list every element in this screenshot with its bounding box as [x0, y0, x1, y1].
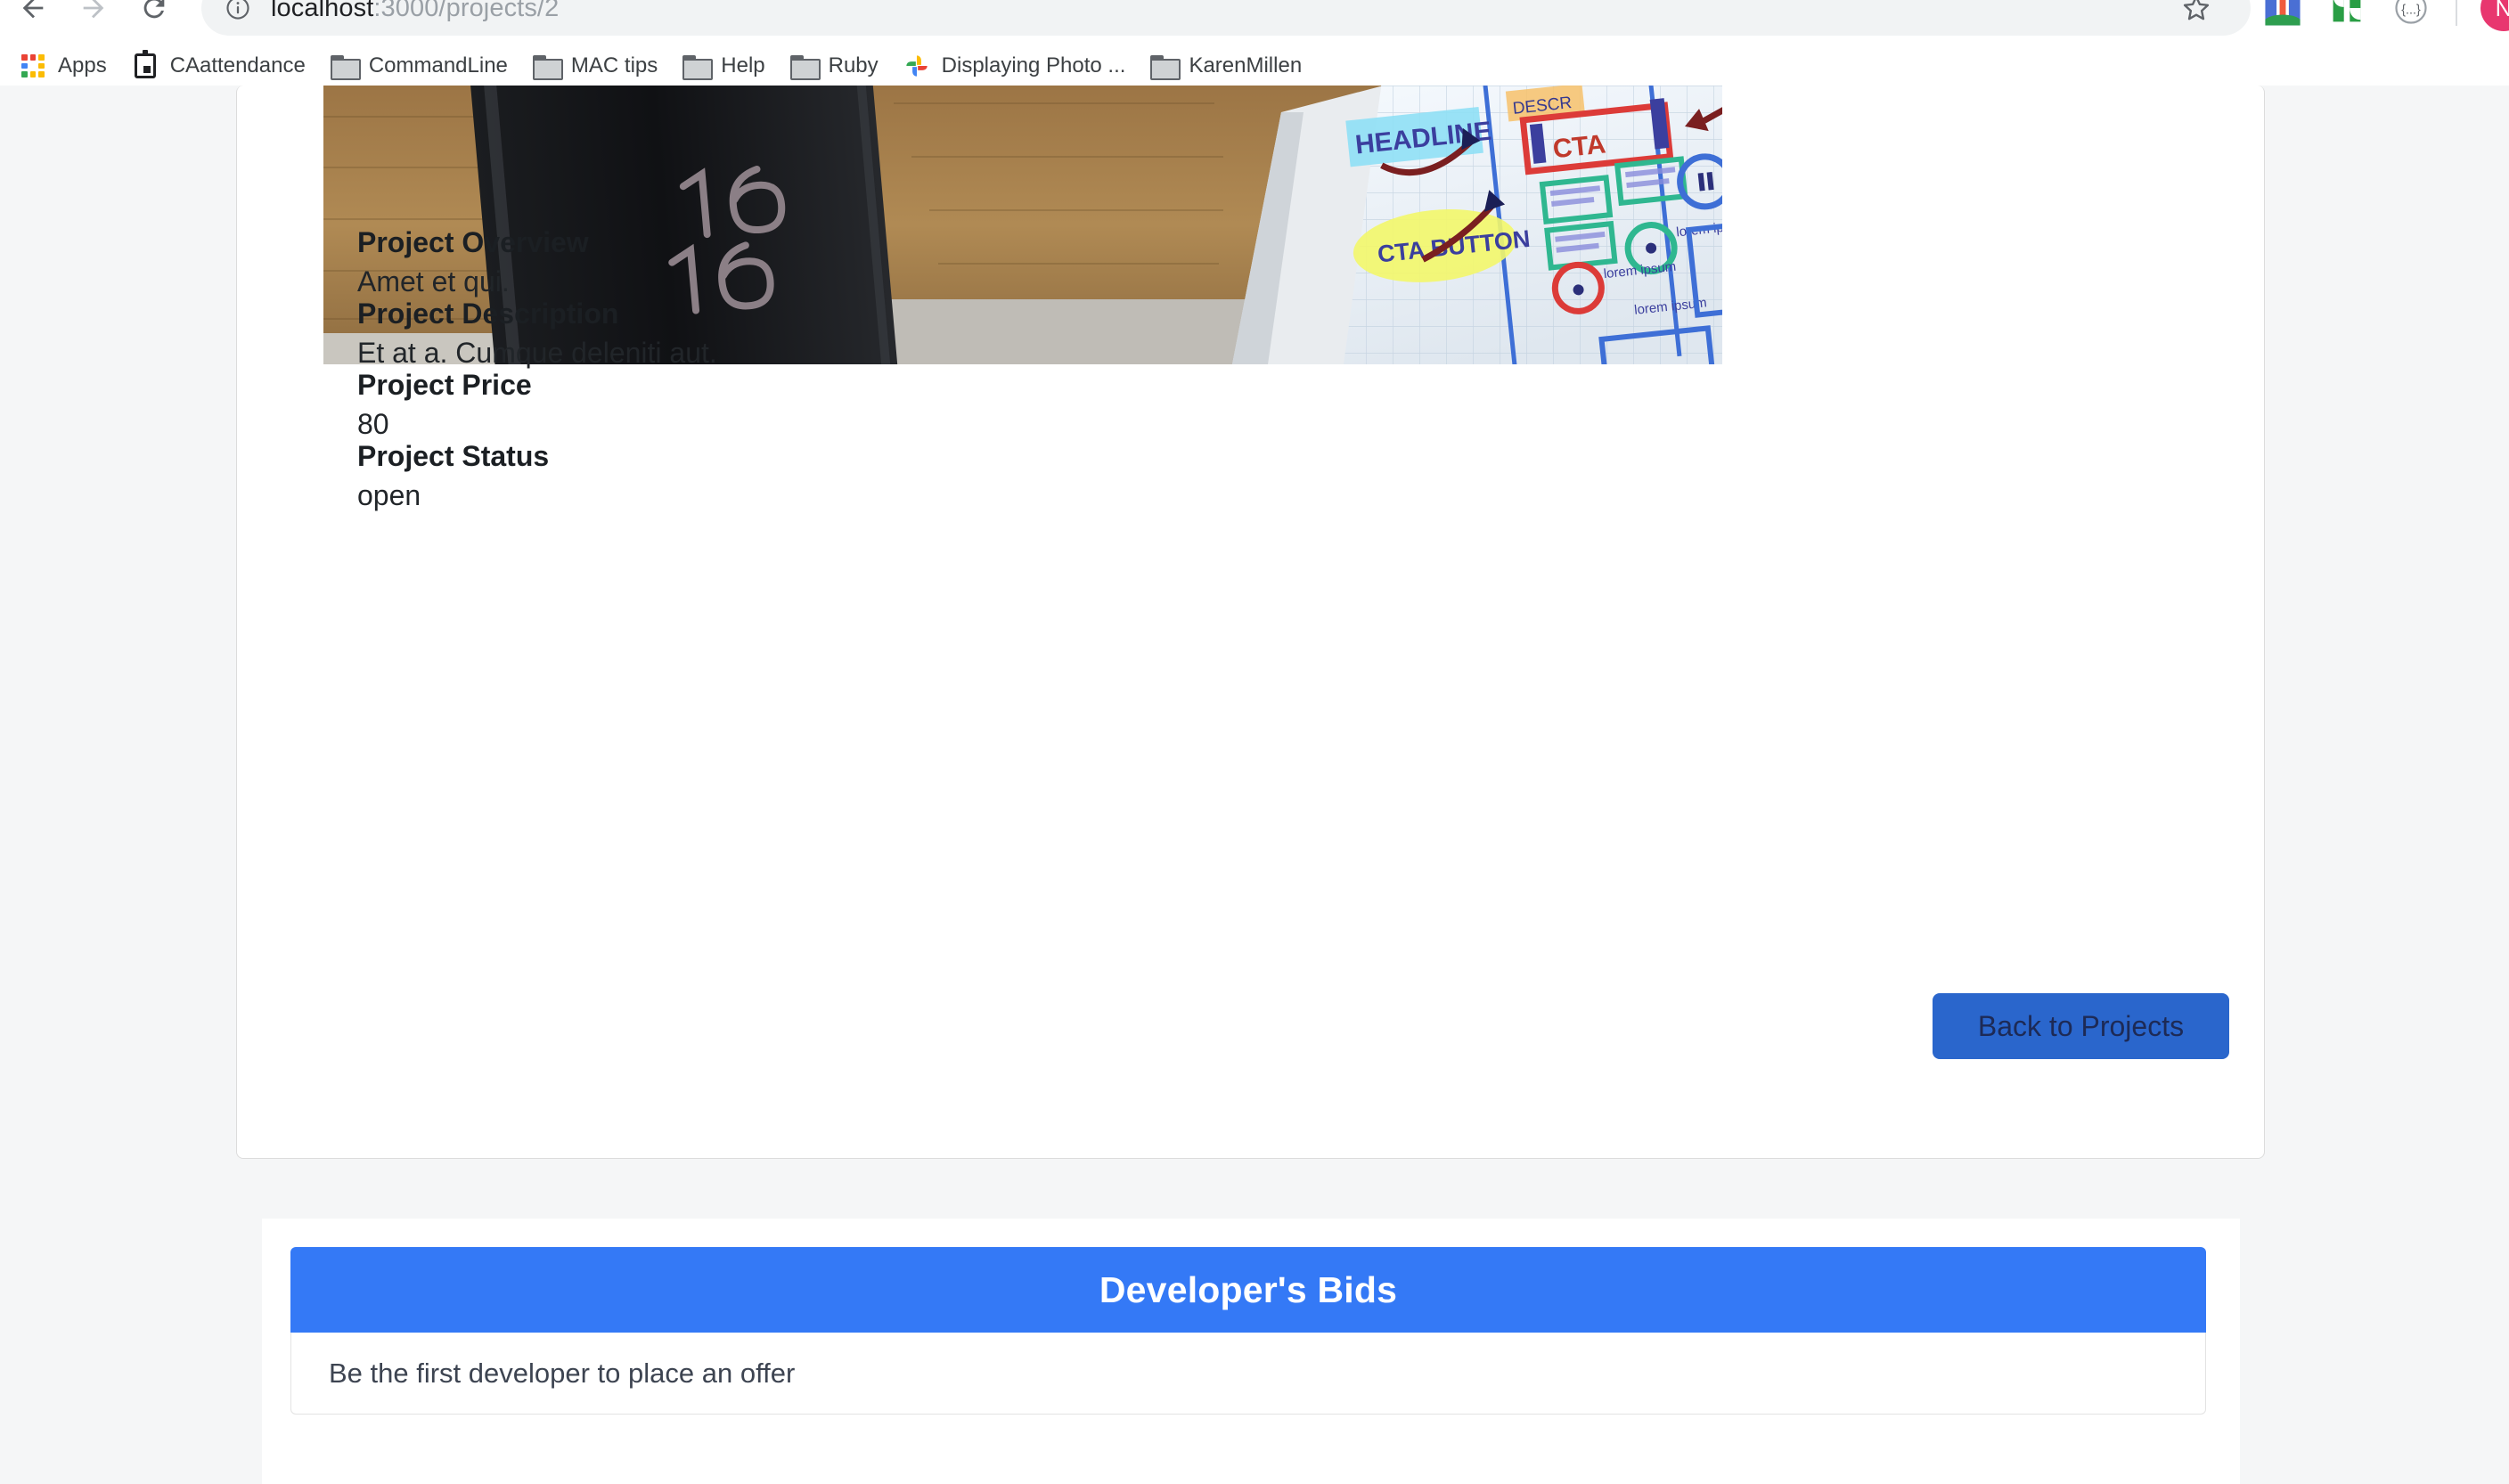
- address-bar-url: localhost:3000/projects/2: [271, 0, 559, 23]
- folder-icon: [533, 53, 560, 79]
- svg-text:{...}: {...}: [2401, 4, 2421, 18]
- address-bar-host: localhost: [271, 0, 373, 22]
- bookmark-label: Displaying Photo ...: [942, 53, 1126, 78]
- json-viewer-extension-icon[interactable]: {...}: [2386, 0, 2436, 33]
- forward-button[interactable]: [66, 0, 121, 36]
- project-status-value-block: open: [357, 481, 421, 510]
- bookmark-help[interactable]: Help: [670, 46, 777, 86]
- folder-icon: [1150, 53, 1177, 79]
- extension-icons: {...} N: [2251, 0, 2509, 33]
- bookmark-label: Ruby: [829, 53, 879, 78]
- google-photos-icon: [903, 53, 930, 79]
- address-bar-path: :3000/projects/2: [373, 0, 559, 22]
- project-overview-label: Project Overview: [357, 228, 589, 257]
- project-detail-card: HEADLINE CTA BUTTON DESCR: [236, 86, 2265, 1159]
- bookmark-caattendance[interactable]: CAattendance: [119, 46, 318, 86]
- bookmark-star-icon[interactable]: [2172, 0, 2220, 32]
- browser-chrome: localhost:3000/projects/2: [0, 0, 2509, 86]
- developer-bids-title: Developer's Bids: [1099, 1269, 1397, 1311]
- developer-bids-empty-item: Be the first developer to place an offer: [290, 1333, 2206, 1415]
- google-apps-grid-icon: [20, 53, 46, 79]
- project-price-value: 80: [357, 410, 389, 438]
- reload-icon: [139, 0, 169, 23]
- page-content: HEADLINE CTA BUTTON DESCR: [0, 86, 2509, 1484]
- reload-button[interactable]: [127, 0, 182, 36]
- project-status-block: Project Status: [357, 442, 549, 470]
- browser-toolbar: localhost:3000/projects/2: [0, 0, 2509, 46]
- developer-bids-container: Developer's Bids Be the first developer …: [262, 1219, 2240, 1484]
- project-description-value-block: Et at a. Cumque deleniti aut.: [357, 338, 717, 367]
- folder-icon: [682, 53, 709, 79]
- site-info-icon[interactable]: [223, 0, 253, 23]
- developer-bids-header: Developer's Bids: [290, 1247, 2206, 1333]
- calendar-icon: [132, 53, 159, 79]
- bookmark-mac-tips[interactable]: MAC tips: [520, 46, 670, 86]
- project-price-value-block: 80: [357, 410, 389, 438]
- project-overview-value: Amet et qui.: [357, 267, 510, 296]
- bookmark-displaying-photo[interactable]: Displaying Photo ...: [891, 46, 1139, 86]
- forward-arrow-icon: [78, 0, 109, 23]
- bookmark-ruby[interactable]: Ruby: [778, 46, 891, 86]
- bookmarks-bar: Apps CAattendance CommandLine MAC tips H…: [0, 46, 2509, 86]
- project-price-block: Project Price: [357, 371, 532, 399]
- project-overview-block: Project Overview: [357, 228, 589, 257]
- project-overview-value-block: Amet et qui.: [357, 267, 510, 296]
- toolbar-divider: [2456, 0, 2457, 26]
- bookmark-label: KarenMillen: [1189, 53, 1302, 78]
- bookmark-label: Apps: [58, 53, 107, 78]
- project-status-value: open: [357, 481, 421, 510]
- project-description-block: Project Description: [357, 299, 618, 328]
- bookmark-label: CAattendance: [170, 53, 306, 78]
- bookmark-label: CommandLine: [369, 53, 508, 78]
- bookmark-commandline[interactable]: CommandLine: [318, 46, 520, 86]
- project-description-label: Project Description: [357, 299, 618, 328]
- address-bar[interactable]: localhost:3000/projects/2: [201, 0, 2251, 36]
- profile-avatar[interactable]: N: [2480, 0, 2509, 31]
- back-arrow-icon: [18, 0, 48, 23]
- folder-icon: [790, 53, 817, 79]
- bookmark-apps[interactable]: Apps: [7, 46, 119, 86]
- folder-icon: [331, 53, 357, 79]
- project-description-value: Et at a. Cumque deleniti aut.: [357, 338, 717, 367]
- project-status-label: Project Status: [357, 442, 549, 470]
- back-to-projects-button[interactable]: Back to Projects: [1933, 993, 2229, 1059]
- developer-bids-empty-message: Be the first developer to place an offer: [329, 1358, 795, 1390]
- bookmark-karenmillen[interactable]: KarenMillen: [1138, 46, 1314, 86]
- bookmark-label: Help: [721, 53, 764, 78]
- bookmark-label: MAC tips: [571, 53, 658, 78]
- lighthouse-extension-icon[interactable]: [2258, 0, 2308, 33]
- project-price-label: Project Price: [357, 371, 532, 399]
- back-button[interactable]: [5, 0, 61, 36]
- green-extension-icon[interactable]: [2322, 0, 2372, 33]
- svg-text:CTA: CTA: [1551, 129, 1607, 164]
